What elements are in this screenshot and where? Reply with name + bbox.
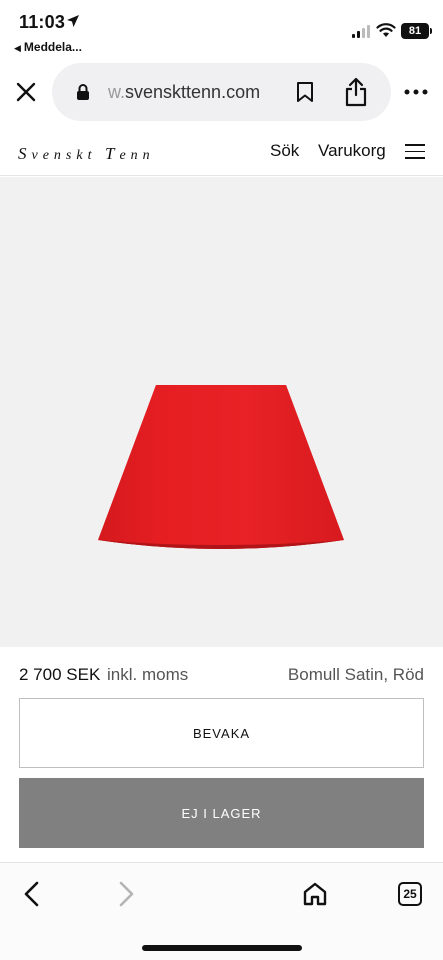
home-icon[interactable]	[302, 881, 328, 907]
logo-word-1: venskt	[31, 148, 97, 163]
back-triangle-icon: ◀	[14, 43, 21, 53]
back-to-app-link[interactable]: ◀ Meddela...	[14, 40, 82, 54]
url-prefix: w.	[108, 82, 126, 102]
out-of-stock-button: EJ I LAGER	[19, 778, 424, 848]
status-time: 11:03	[19, 12, 66, 32]
cart-link[interactable]: Varukorg	[318, 141, 386, 161]
share-icon[interactable]	[344, 77, 368, 107]
product-image	[0, 177, 443, 647]
site-header: Svenskt Tenn Sök Varukorg	[0, 124, 443, 176]
lampshade-image	[98, 385, 344, 549]
close-icon[interactable]	[14, 80, 38, 104]
battery-icon: 81	[401, 23, 429, 39]
more-icon[interactable]	[404, 88, 428, 96]
lock-icon	[77, 84, 89, 100]
product-price: 2 700 SEK	[19, 665, 101, 684]
logo-word-2: enn	[119, 148, 155, 163]
site-logo[interactable]: Svenskt Tenn	[18, 144, 155, 164]
cellular-signal-icon	[352, 25, 370, 38]
url-text: w.svenskttenn.com	[108, 82, 276, 103]
wifi-icon	[376, 23, 396, 37]
browser-address-bar: w.svenskttenn.com	[0, 60, 443, 124]
product-variant: Bomull Satin, Röd	[287, 665, 424, 684]
bookmark-icon[interactable]	[296, 81, 314, 103]
url-domain: svenskttenn.com	[125, 82, 261, 102]
chevron-right-icon[interactable]	[116, 881, 136, 907]
watch-button[interactable]: BEVAKA	[19, 698, 424, 768]
search-link[interactable]: Sök	[270, 141, 299, 161]
url-field[interactable]: w.svenskttenn.com	[52, 63, 391, 121]
hamburger-icon[interactable]	[405, 144, 425, 159]
logo-initial-1: S	[18, 144, 32, 163]
battery-tip	[430, 28, 432, 34]
logo-initial-2: T	[104, 144, 120, 163]
chevron-left-icon[interactable]	[22, 881, 42, 907]
vat-note: inkl. moms	[107, 665, 189, 684]
location-arrow-icon	[67, 15, 79, 27]
tabs-icon[interactable]: 25	[398, 882, 422, 906]
price-row: 2 700 SEK inkl. moms Bomull Satin, Röd	[0, 660, 443, 690]
browser-toolbar: 25	[0, 862, 443, 960]
status-bar: 11:03 ◀ Meddela... 81	[0, 0, 443, 58]
home-indicator	[142, 945, 302, 951]
back-app-label: Meddela...	[23, 40, 82, 54]
